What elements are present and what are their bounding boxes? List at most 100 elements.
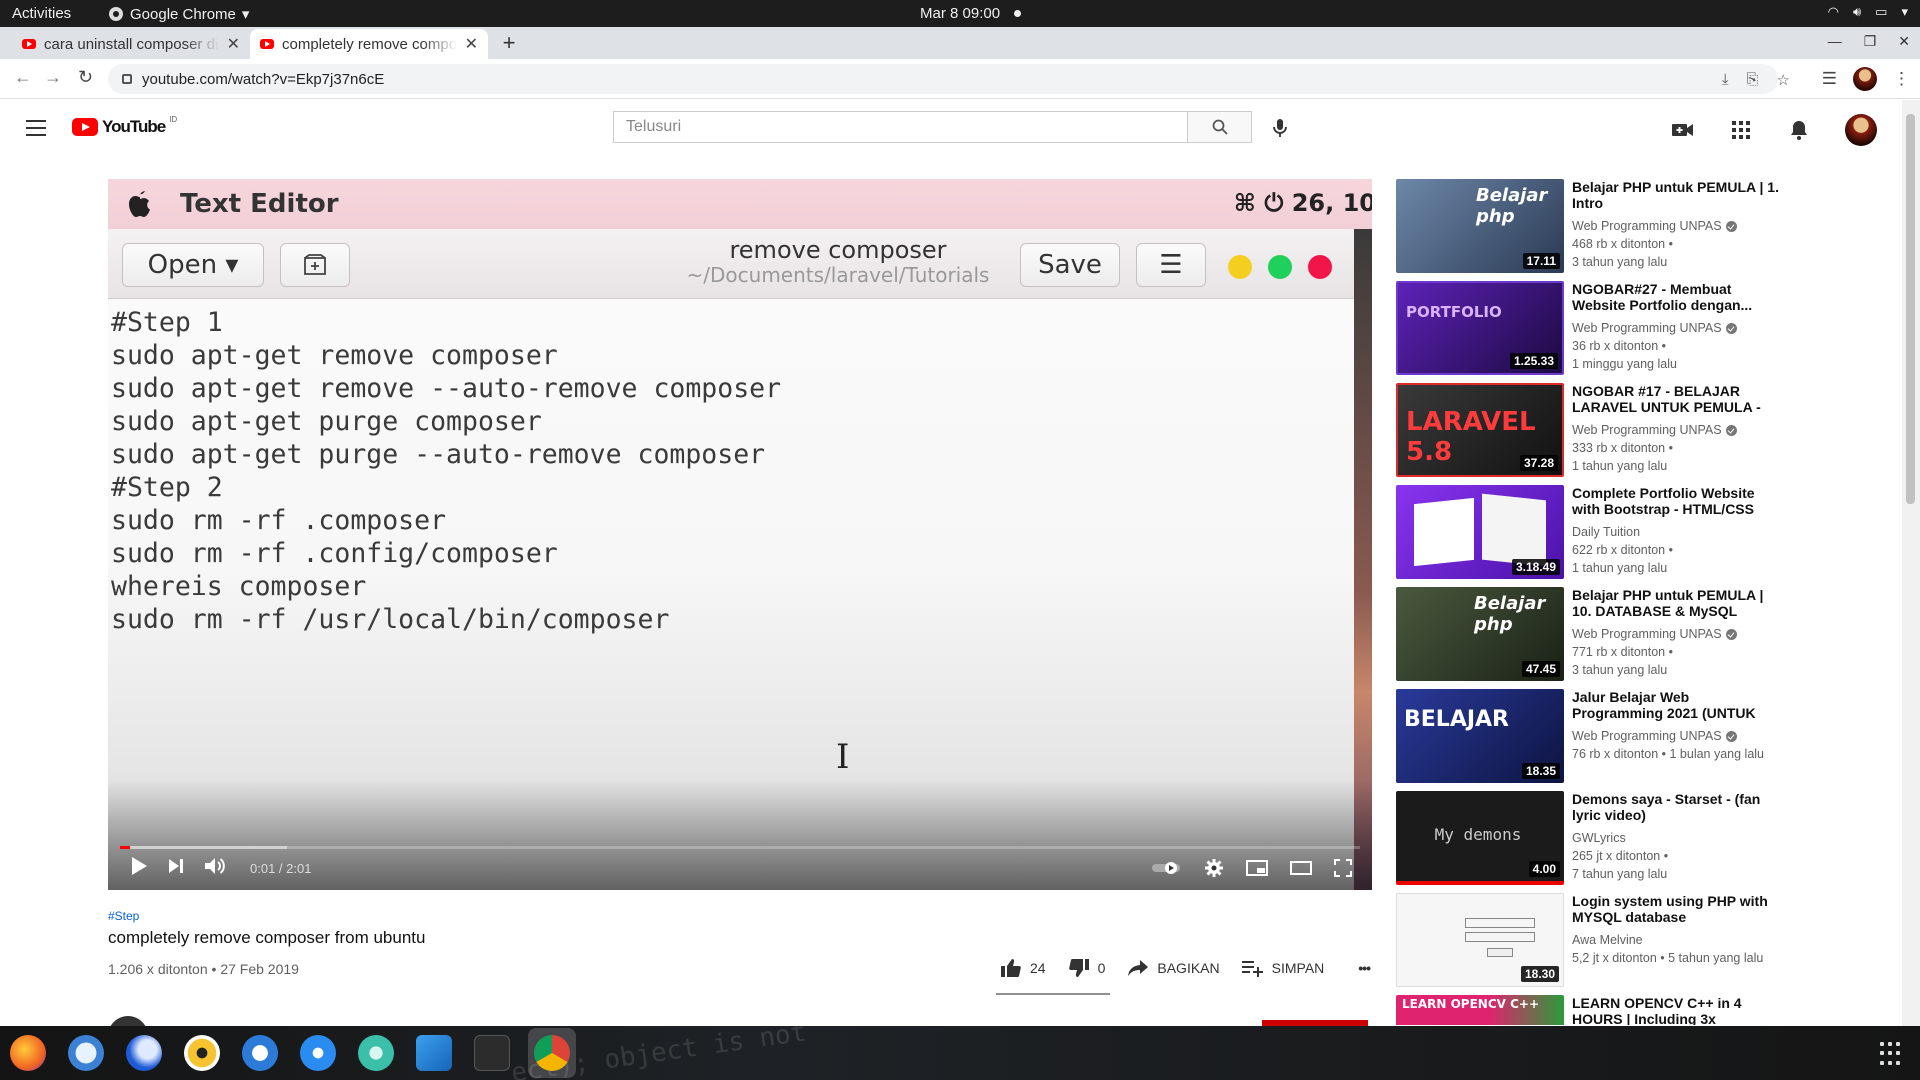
new-tab-button[interactable]: + xyxy=(496,31,522,57)
video-thumbnail[interactable]: My demons 4.00 xyxy=(1396,791,1564,885)
restore-icon[interactable]: ❐ xyxy=(1864,33,1877,50)
search-input[interactable]: Telusuri xyxy=(613,111,1188,143)
recommendation-channel[interactable]: Web Programming UNPAS xyxy=(1572,319,1780,337)
system-tray[interactable]: ◠ 🔊︎ ▭ ▾ xyxy=(1828,4,1908,20)
create-video-button[interactable] xyxy=(1671,118,1695,142)
search-button[interactable] xyxy=(1188,111,1252,143)
share-button[interactable]: BAGIKAN xyxy=(1127,959,1220,977)
recommendation-title[interactable]: LEARN OPENCV C++ in 4 HOURS | Including … xyxy=(1572,995,1780,1025)
next-button[interactable] xyxy=(168,858,184,879)
activities-button[interactable]: Activities xyxy=(12,5,71,22)
recommendation-title[interactable]: Complete Portfolio Website with Bootstra… xyxy=(1572,485,1780,517)
video-thumbnail[interactable]: 18.30 xyxy=(1396,893,1564,987)
theater-mode-button[interactable] xyxy=(1290,861,1312,880)
fullscreen-button[interactable] xyxy=(1334,859,1352,882)
apps-button[interactable] xyxy=(1729,118,1753,142)
chrome-icon[interactable] xyxy=(534,1035,570,1071)
autoplay-toggle[interactable] xyxy=(1152,861,1182,880)
recommendation-channel[interactable]: Web Programming UNPAS xyxy=(1572,625,1780,643)
scrollbar-thumb[interactable] xyxy=(1906,114,1915,504)
video-hashtag[interactable]: #Step xyxy=(108,909,139,923)
recommendation-channel[interactable]: Awa Melvine xyxy=(1572,931,1780,949)
miniplayer-button[interactable] xyxy=(1246,860,1268,881)
recommendation-channel[interactable]: GWLyrics xyxy=(1572,829,1780,847)
recommendation-channel[interactable]: Web Programming UNPAS xyxy=(1572,217,1780,235)
clock[interactable]: Mar 8 09:00 xyxy=(920,5,1022,22)
rhythmbox-icon[interactable] xyxy=(184,1035,220,1071)
channel-avatar[interactable] xyxy=(108,1016,148,1026)
video-thumbnail[interactable]: LEARN OPENCV C++ xyxy=(1396,995,1564,1025)
close-icon[interactable]: ✕ xyxy=(227,34,240,54)
video-thumbnail[interactable]: 3.18.49 xyxy=(1396,485,1564,579)
network-icon[interactable] xyxy=(358,1035,394,1071)
settings-button[interactable] xyxy=(1204,858,1224,883)
mail-icon[interactable] xyxy=(68,1035,104,1071)
browser-tab-1[interactable]: cara uninstall composer di ✕ xyxy=(12,29,250,59)
hamburger-menu-icon[interactable] xyxy=(26,120,46,141)
install-icon[interactable]: ⤓ xyxy=(1722,71,1729,89)
voice-search-button[interactable] xyxy=(1268,116,1292,140)
recommendation-item[interactable]: BELAJAR 18.35 Jalur Belajar Web Programm… xyxy=(1396,689,1780,785)
app-store-icon[interactable] xyxy=(300,1035,336,1071)
recommendation-title[interactable]: Jalur Belajar Web Programming 2021 (UNTU… xyxy=(1572,689,1780,721)
back-icon[interactable]: ← xyxy=(14,67,32,88)
app-menu[interactable]: Google Chrome ▾ xyxy=(108,5,249,23)
recommendation-title[interactable]: Login system using PHP with MYSQL databa… xyxy=(1572,893,1780,925)
recommendation-item[interactable]: Belajar php 47.45 Belajar PHP untuk PEMU… xyxy=(1396,587,1780,683)
progress-bar[interactable] xyxy=(120,846,1360,849)
terminal-icon[interactable] xyxy=(474,1035,510,1071)
recommendation-title[interactable]: NGOBAR #17 - BELAJAR LARAVEL UNTUK PEMUL… xyxy=(1572,383,1780,415)
dislike-button[interactable]: 0 xyxy=(1068,958,1105,978)
writer-icon[interactable] xyxy=(242,1035,278,1071)
youtube-logo[interactable]: YouTube ID xyxy=(72,115,177,137)
recommendation-title[interactable]: Belajar PHP untuk PEMULA | 1. Intro xyxy=(1572,179,1780,211)
translate-icon[interactable]: ⎘ xyxy=(1747,71,1759,89)
profile-avatar[interactable] xyxy=(1853,67,1877,91)
recommendation-title[interactable]: NGOBAR#27 - Membuat Website Portfolio de… xyxy=(1572,281,1780,313)
video-thumbnail[interactable]: BELAJAR 18.35 xyxy=(1396,689,1564,783)
video-thumbnail[interactable]: LARAVEL 5.8 37.28 xyxy=(1396,383,1564,477)
recommendation-item[interactable]: Belajar php 17.11 Belajar PHP untuk PEMU… xyxy=(1396,179,1780,275)
recommendation-info: Login system using PHP with MYSQL databa… xyxy=(1572,893,1780,967)
account-avatar[interactable] xyxy=(1845,114,1877,146)
recommendations-sidebar: Belajar php 17.11 Belajar PHP untuk PEMU… xyxy=(1396,179,1780,1025)
search-icon xyxy=(1212,119,1228,135)
recommendation-item[interactable]: LEARN OPENCV C++ LEARN OPENCV C++ in 4 H… xyxy=(1396,995,1780,1025)
notifications-button[interactable] xyxy=(1787,118,1811,142)
reload-icon[interactable]: ↻ xyxy=(78,67,93,88)
save-button[interactable]: SIMPAN xyxy=(1241,959,1324,977)
play-button[interactable] xyxy=(130,856,148,881)
bookmark-star-icon[interactable]: ☆ xyxy=(1777,71,1790,89)
recommendation-item[interactable]: PORTFOLIO 1.25.33 NGOBAR#27 - Membuat We… xyxy=(1396,281,1780,377)
recommendation-item[interactable]: My demons 4.00 Demons saya - Starset - (… xyxy=(1396,791,1780,887)
reading-list-icon[interactable]: ☰ xyxy=(1822,69,1837,89)
recommendation-item[interactable]: 18.30 Login system using PHP with MYSQL … xyxy=(1396,893,1780,989)
close-window-icon[interactable]: ✕ xyxy=(1898,33,1910,50)
video-thumbnail[interactable]: Belajar php 17.11 xyxy=(1396,179,1564,273)
like-button[interactable]: 24 xyxy=(1000,958,1046,978)
page-scrollbar[interactable] xyxy=(1902,100,1920,1026)
forward-icon[interactable]: → xyxy=(44,67,62,88)
video-player[interactable]: Text Editor ⌘ ⏻ 26, 10 Open ▾ remove com… xyxy=(108,179,1372,890)
video-thumbnail[interactable]: Belajar php 47.45 xyxy=(1396,587,1564,681)
recommendation-channel[interactable]: Web Programming UNPAS xyxy=(1572,727,1780,745)
volume-button[interactable] xyxy=(204,856,226,881)
recommendation-item[interactable]: 3.18.49 Complete Portfolio Website with … xyxy=(1396,485,1780,581)
recommendation-title[interactable]: Demons saya - Starset - (fan lyric video… xyxy=(1572,791,1780,823)
recommendation-channel[interactable]: Web Programming UNPAS xyxy=(1572,421,1780,439)
recommendation-item[interactable]: LARAVEL 5.8 37.28 NGOBAR #17 - BELAJAR L… xyxy=(1396,383,1780,479)
close-icon[interactable]: ✕ xyxy=(465,34,478,54)
kebab-menu-icon[interactable]: ⋮ xyxy=(1893,69,1910,89)
recommendation-channel[interactable]: Daily Tuition xyxy=(1572,523,1780,541)
thunderbird-icon[interactable] xyxy=(126,1035,162,1071)
show-applications-button[interactable] xyxy=(1880,1042,1904,1066)
editor-save-button: Save xyxy=(1020,243,1120,287)
video-thumbnail[interactable]: PORTFOLIO 1.25.33 xyxy=(1396,281,1564,375)
recommendation-title[interactable]: Belajar PHP untuk PEMULA | 10. DATABASE … xyxy=(1572,587,1780,619)
browser-tab-2[interactable]: completely remove compo ✕ xyxy=(250,29,488,59)
address-bar[interactable]: youtube.com/watch?v=Ekp7j37n6cE xyxy=(108,64,1778,94)
minimize-icon[interactable]: — xyxy=(1828,33,1842,50)
vscode-icon[interactable] xyxy=(416,1035,452,1071)
more-actions-button[interactable]: ••• xyxy=(1358,960,1371,976)
firefox-icon[interactable] xyxy=(10,1035,46,1071)
